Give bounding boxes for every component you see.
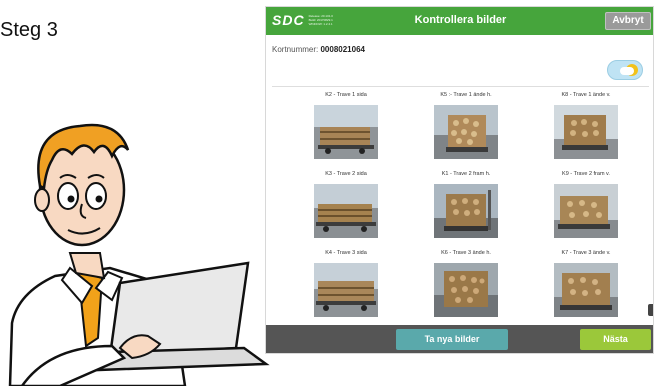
photo-caption: K5 :- Trave 1 ände h. (440, 92, 492, 98)
step-label: Steg 3 (0, 19, 58, 41)
app-screen: SDC Release: 20.101.0 Build: 20170829.1 … (265, 6, 654, 354)
photo-caption: K9 - Trave 2 fram v. (562, 171, 610, 177)
timber-load-photo (554, 105, 618, 159)
photo-tile[interactable]: K9 - Trave 2 fram v. (536, 171, 636, 249)
timber-load-photo (314, 105, 378, 159)
photo-caption: K6 - Trave 3 ände h. (441, 250, 491, 256)
page-title: Kontrollera bilder (414, 14, 507, 26)
photo-tile[interactable]: K1 - Trave 2 fram h. (416, 171, 516, 249)
card-number-label: Kortnummer: (272, 45, 319, 54)
photo-caption: K8 - Trave 1 ände v. (561, 92, 611, 98)
photo-tile[interactable]: K8 - Trave 1 ände v. (536, 92, 636, 170)
card-number: Kortnummer: 0008021064 (272, 45, 365, 54)
app-header: SDC Release: 20.101.0 Build: 20170829.1 … (266, 7, 653, 35)
photo-caption: K3 - Trave 2 sida (325, 171, 367, 177)
take-new-photos-button[interactable]: Ta nya bilder (396, 329, 508, 350)
user-at-laptop-illustration (8, 123, 270, 386)
side-handle[interactable] (648, 304, 653, 316)
timber-load-photo (554, 184, 618, 238)
next-button[interactable]: Nästa (580, 329, 651, 350)
lighting-toggle[interactable] (607, 60, 643, 80)
abort-button[interactable]: Avbryt (605, 12, 651, 30)
timber-load-photo (434, 263, 498, 317)
card-number-value: 0008021064 (320, 45, 365, 54)
timber-load-photo (554, 263, 618, 317)
photo-tile[interactable]: K5 :- Trave 1 ände h. (416, 92, 516, 170)
photo-caption: K7 - Trave 3 ände v. (561, 250, 611, 256)
divider (272, 86, 649, 87)
photo-tile[interactable]: K3 - Trave 2 sida (296, 171, 396, 249)
photo-grid: K2 - Trave 1 sida K5 :- Trave 1 ände h. … (296, 92, 636, 327)
photo-caption: K1 - Trave 2 fram h. (441, 171, 491, 177)
timber-load-photo (314, 184, 378, 238)
photo-tile[interactable]: K6 - Trave 3 ände h. (416, 250, 516, 328)
timber-load-photo (434, 105, 498, 159)
timber-load-photo (434, 184, 498, 238)
app-footer: Ta nya bilder Nästa (266, 325, 653, 353)
cloud-icon (620, 67, 634, 75)
photo-tile[interactable]: K2 - Trave 1 sida (296, 92, 396, 170)
photo-tile[interactable]: K4 - Trave 3 sida (296, 250, 396, 328)
timber-load-photo (314, 263, 378, 317)
photo-tile[interactable]: K7 - Trave 3 ände v. (536, 250, 636, 328)
photo-caption: K2 - Trave 1 sida (325, 92, 367, 98)
photo-caption: K4 - Trave 3 sida (325, 250, 367, 256)
